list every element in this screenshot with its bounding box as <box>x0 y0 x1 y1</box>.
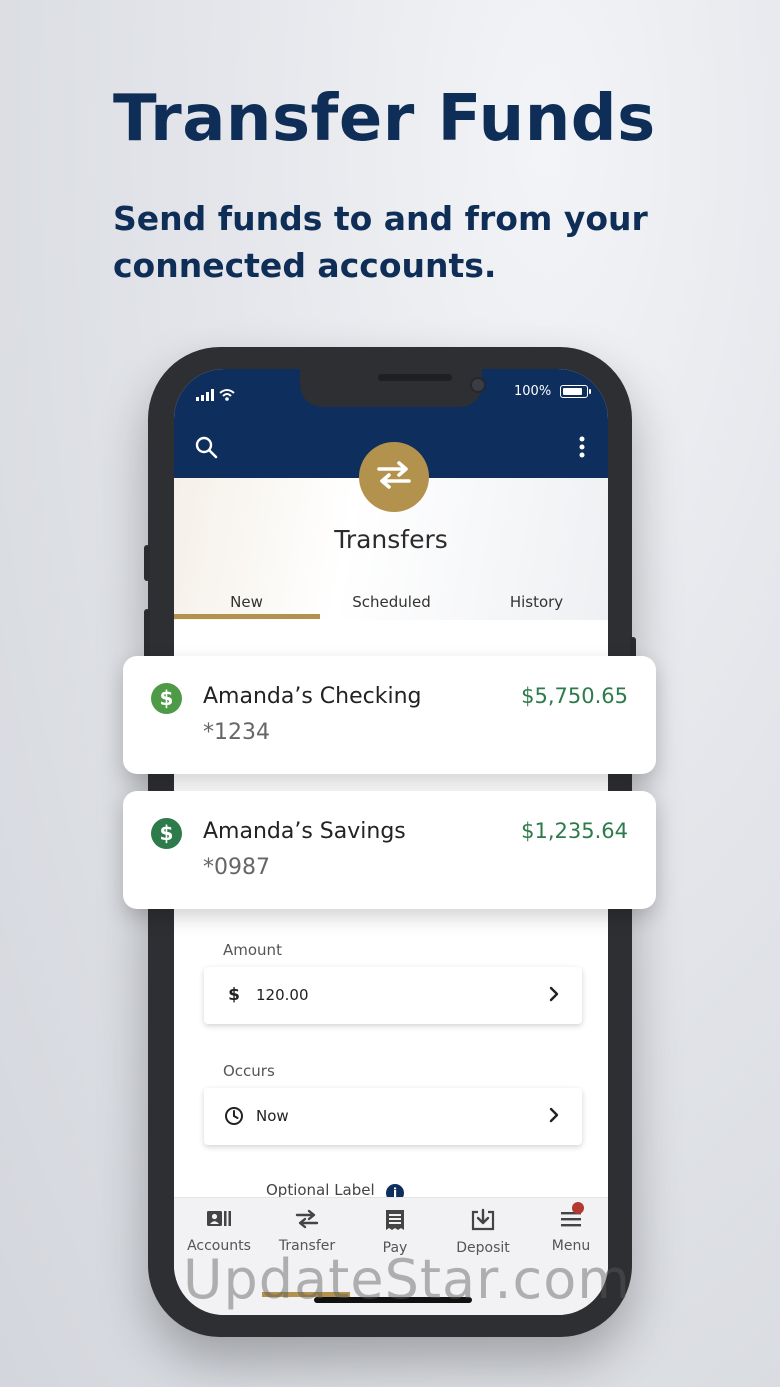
from-account-card[interactable]: $ Amanda’s Checking *1234 $5,750.65 <box>123 656 656 774</box>
tab-scheduled[interactable]: Scheduled <box>319 593 464 611</box>
promo-subheadline: Send funds to and from your connected ac… <box>113 199 648 285</box>
menu-icon <box>559 1212 583 1234</box>
dollar-circle-icon: $ <box>151 683 182 714</box>
occurs-label: Occurs <box>223 1062 275 1080</box>
clock-icon <box>224 1106 244 1126</box>
chevron-right-icon <box>548 1106 560 1128</box>
pay-icon <box>383 1210 407 1236</box>
transfer-badge <box>359 442 429 512</box>
amount-label: Amount <box>223 941 282 959</box>
account-number: *0987 <box>203 855 270 880</box>
accounts-icon <box>205 1211 233 1234</box>
battery-icon <box>560 385 588 398</box>
search-icon <box>194 435 218 463</box>
tab-history[interactable]: History <box>464 593 608 611</box>
deposit-icon <box>470 1208 496 1236</box>
account-number: *1234 <box>203 720 270 745</box>
earpiece-speaker <box>378 374 452 381</box>
amount-field[interactable]: $ 120.00 <box>204 967 582 1024</box>
notification-badge <box>572 1202 584 1214</box>
account-balance: $1,235.64 <box>521 819 628 843</box>
account-balance: $5,750.65 <box>521 684 628 708</box>
search-button[interactable] <box>190 433 222 465</box>
account-name: Amanda’s Savings <box>203 819 406 844</box>
occurs-field[interactable]: Now <box>204 1088 582 1145</box>
amount-value: 120.00 <box>256 986 309 1004</box>
transfer-arrows-icon <box>373 460 415 494</box>
to-account-card[interactable]: $ Amanda’s Savings *0987 $1,235.64 <box>123 791 656 909</box>
more-options-button[interactable] <box>572 433 592 465</box>
page-title: Transfers <box>334 525 448 554</box>
promo-headline: Transfer Funds <box>113 82 656 156</box>
signal-wifi-icon <box>196 387 240 406</box>
dollar-circle-icon: $ <box>151 818 182 849</box>
tab-new[interactable]: New <box>174 593 319 611</box>
watermark: UpdateStar.com <box>183 1248 631 1311</box>
active-tab-indicator <box>174 614 320 619</box>
front-camera <box>470 377 486 393</box>
battery-percent: 100% <box>514 384 552 399</box>
transfer-icon <box>293 1209 321 1234</box>
dollar-icon: $ <box>228 985 240 1005</box>
more-vertical-icon <box>579 436 585 462</box>
account-name: Amanda’s Checking <box>203 684 422 709</box>
chevron-right-icon <box>548 985 560 1007</box>
occurs-value: Now <box>256 1107 289 1125</box>
silent-switch <box>144 545 150 581</box>
